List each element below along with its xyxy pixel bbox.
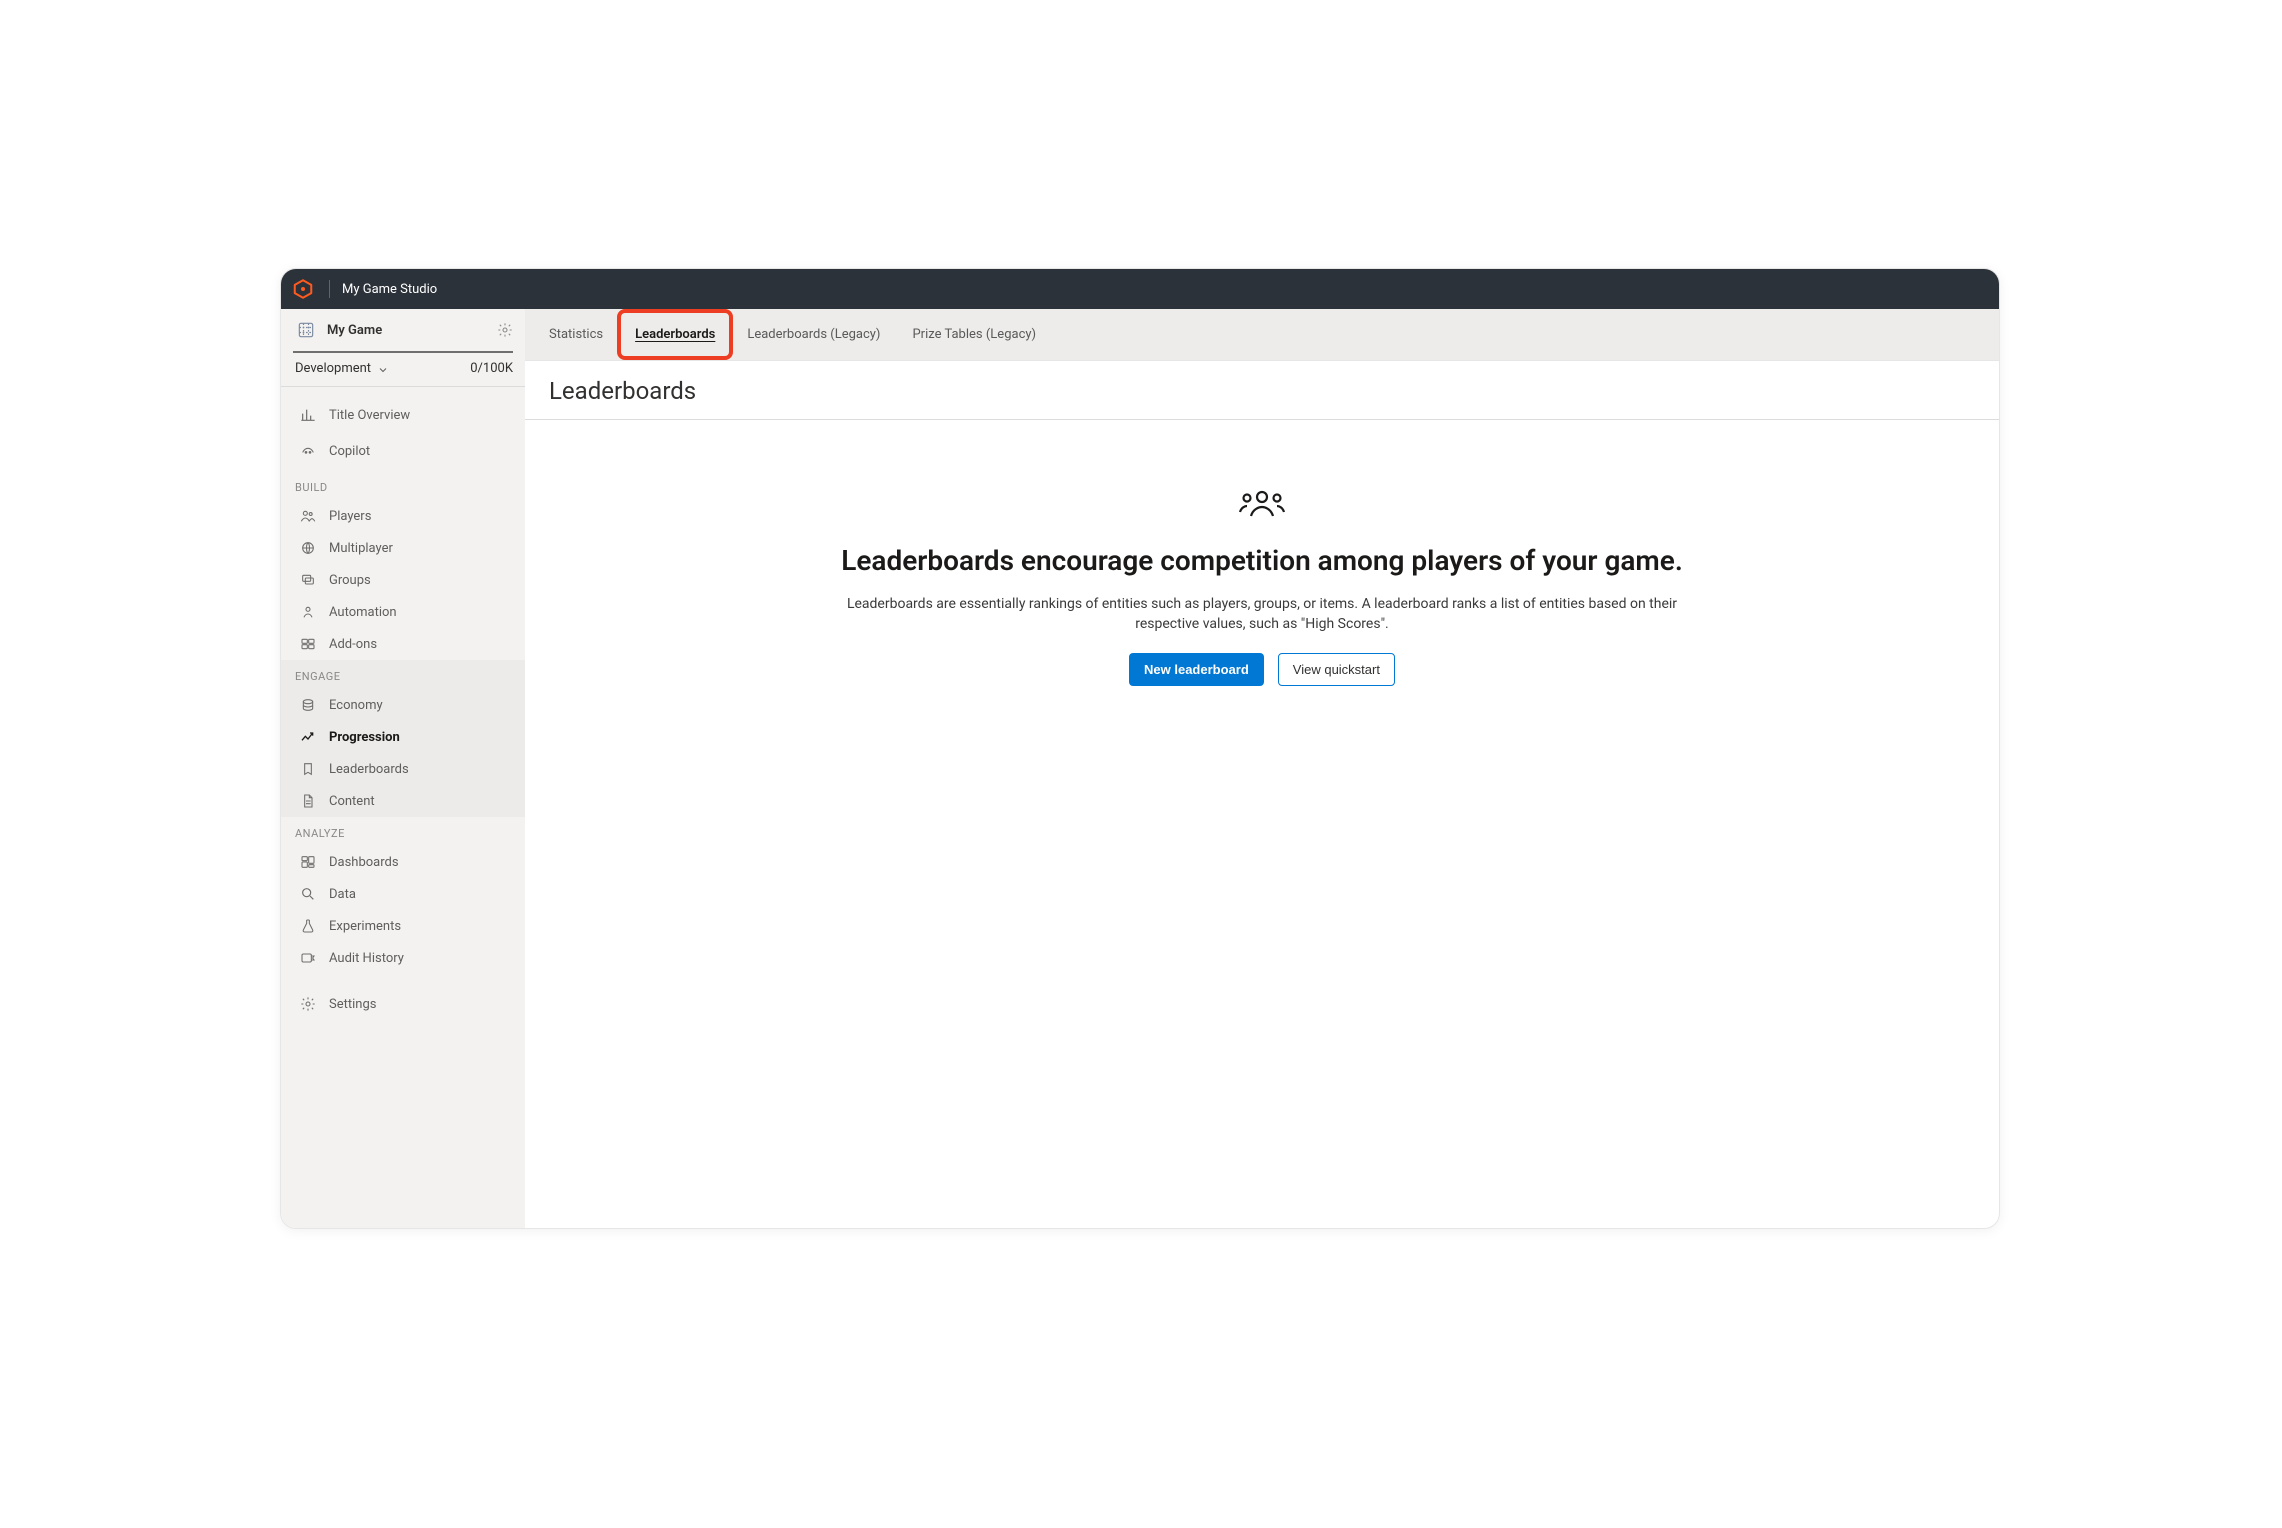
sidebar: My Game Development (281, 309, 525, 1228)
sidebar-item-title-overview[interactable]: Title Overview (281, 397, 525, 433)
sidebar-item-audit-history[interactable]: Audit History (281, 942, 525, 974)
sidebar-item-multiplayer[interactable]: Multiplayer (281, 532, 525, 564)
game-cube-icon (295, 319, 317, 341)
nav-group-label-build: BUILD (281, 471, 525, 500)
sidebar-item-label: Copilot (329, 444, 370, 459)
sidebar-item-settings[interactable]: Settings (281, 988, 525, 1020)
tab-leaderboards-legacy[interactable]: Leaderboards (Legacy) (745, 321, 882, 348)
globe-icon (299, 540, 317, 556)
tab-prize-tables-legacy[interactable]: Prize Tables (Legacy) (910, 321, 1038, 348)
sidebar-item-progression[interactable]: Progression (281, 721, 525, 753)
copilot-icon (299, 443, 317, 459)
sidebar-item-label: Data (329, 887, 356, 902)
gear-icon[interactable] (497, 322, 513, 338)
page: Leaderboards (525, 361, 1999, 1228)
empty-heading: Leaderboards encourage competition among… (841, 544, 1683, 578)
game-selector[interactable]: My Game (281, 309, 525, 351)
view-quickstart-button[interactable]: View quickstart (1278, 653, 1395, 686)
sidebar-item-leaderboards[interactable]: Leaderboards (281, 753, 525, 785)
sidebar-item-label: Automation (329, 605, 397, 620)
nav-group-label-analyze: ANALYZE (281, 817, 525, 846)
tab-statistics[interactable]: Statistics (547, 321, 605, 348)
nav-group-analyze: Dashboards Data Experiments (281, 846, 525, 974)
page-title: Leaderboards (547, 373, 1977, 419)
progression-icon (299, 729, 317, 745)
brand-logo-icon (291, 277, 315, 301)
page-rule (525, 419, 1999, 420)
economy-icon (299, 697, 317, 713)
brand-divider (329, 280, 330, 298)
new-leaderboard-button[interactable]: New leaderboard (1129, 653, 1264, 686)
sidebar-item-content[interactable]: Content (281, 785, 525, 817)
sidebar-item-economy[interactable]: Economy (281, 689, 525, 721)
empty-state: Leaderboards encourage competition among… (832, 488, 1692, 686)
sidebar-item-label: Leaderboards (329, 762, 409, 777)
sidebar-item-addons[interactable]: Add-ons (281, 628, 525, 660)
tabbar: Statistics Leaderboards Leaderboards (Le… (525, 309, 1999, 361)
nav-group-label-engage: ENGAGE (281, 660, 525, 689)
sidebar-item-label: Settings (329, 997, 376, 1012)
players-icon (299, 508, 317, 524)
document-icon (299, 793, 317, 809)
automation-icon (299, 604, 317, 620)
layers-icon (299, 572, 317, 588)
game-underline (293, 351, 513, 353)
users-icon (1239, 488, 1285, 520)
sidebar-item-copilot[interactable]: Copilot (281, 433, 525, 469)
sidebar-item-label: Progression (329, 730, 400, 745)
bar-chart-icon (299, 407, 317, 423)
gear-icon (299, 996, 317, 1012)
flask-icon (299, 918, 317, 934)
empty-description: Leaderboards are essentially rankings of… (832, 594, 1692, 635)
sidebar-item-label: Groups (329, 573, 371, 588)
sidebar-item-label: Title Overview (329, 408, 410, 423)
game-name: My Game (327, 323, 487, 338)
sidebar-item-label: Experiments (329, 919, 401, 934)
tab-leaderboards[interactable]: Leaderboards (633, 321, 717, 348)
sidebar-item-label: Players (329, 509, 371, 524)
chevron-down-icon (377, 364, 389, 376)
app-window: My Game Studio My Game (280, 268, 2000, 1229)
sidebar-item-label: Add-ons (329, 637, 377, 652)
sidebar-item-label: Audit History (329, 951, 404, 966)
search-icon (299, 886, 317, 902)
empty-actions: New leaderboard View quickstart (1129, 653, 1395, 686)
content: Statistics Leaderboards Leaderboards (Le… (525, 309, 1999, 1228)
bookmark-icon (299, 761, 317, 777)
sidebar-item-groups[interactable]: Groups (281, 564, 525, 596)
nav-group-build: Players Multiplayer Groups (281, 500, 525, 660)
sidebar-item-label: Multiplayer (329, 541, 393, 556)
nav-top: Title Overview Copilot (281, 387, 525, 471)
sidebar-item-label: Content (329, 794, 375, 809)
sidebar-item-label: Economy (329, 698, 383, 713)
environment-label: Development (295, 361, 371, 376)
sidebar-item-automation[interactable]: Automation (281, 596, 525, 628)
sidebar-item-experiments[interactable]: Experiments (281, 910, 525, 942)
sidebar-item-data[interactable]: Data (281, 878, 525, 910)
dashboard-icon (299, 854, 317, 870)
nav-group-engage: ENGAGE Economy Progression (281, 660, 525, 817)
usage-counter: 0/100K (470, 361, 513, 376)
sidebar-item-players[interactable]: Players (281, 500, 525, 532)
environment-row: Development 0/100K (281, 355, 525, 386)
sidebar-item-dashboards[interactable]: Dashboards (281, 846, 525, 878)
addons-icon (299, 636, 317, 652)
studio-name[interactable]: My Game Studio (342, 282, 437, 297)
brand: My Game Studio (291, 277, 437, 301)
history-icon (299, 950, 317, 966)
topbar: My Game Studio (281, 269, 1999, 309)
environment-selector[interactable]: Development (295, 361, 389, 376)
sidebar-item-label: Dashboards (329, 855, 399, 870)
